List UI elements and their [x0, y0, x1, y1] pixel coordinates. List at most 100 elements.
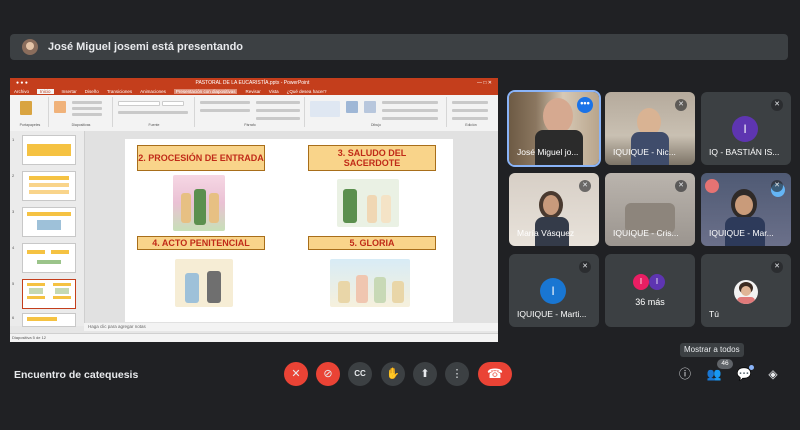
camera-off-icon: ⊘: [323, 368, 333, 380]
slide-box-saludo: 3. SALUDO DEL SACERDOTE: [308, 145, 436, 171]
present-button[interactable]: ⬆: [413, 362, 437, 386]
mic-off-icon: ✕: [579, 180, 591, 192]
participant-name: Tú: [709, 309, 719, 319]
ppt-status-bar: Diapositiva 5 de 12: [10, 333, 498, 342]
people-icon: 👥: [706, 367, 722, 381]
ribbon-label: Fuente: [148, 123, 160, 127]
ppt-tab-vista: Vista: [268, 88, 279, 94]
participant-name: IQ - BASTIÁN IS...: [709, 147, 780, 157]
ppt-tab-inicio: Inicio: [37, 88, 54, 94]
ribbon-label: Edición: [465, 123, 477, 127]
ribbon-group-fuente: Fuente: [114, 97, 195, 127]
show-everyone-tooltip: Mostrar a todos: [680, 343, 744, 357]
notes-pane: Haga clic para agregar notas: [84, 323, 498, 331]
ppt-window-controls: — □ ✕: [477, 79, 492, 86]
info-icon: ⓘ: [678, 367, 691, 381]
participant-name: IQUIQUE - Marti...: [517, 309, 587, 319]
gloria-illustration: [330, 259, 410, 307]
self-avatar: [734, 280, 758, 304]
ppt-tab-transiciones: Transiciones: [106, 88, 133, 94]
mic-off-icon: ✕: [675, 99, 687, 111]
ppt-window-controls-left: ● ● ●: [16, 79, 28, 86]
mic-off-icon: ✕: [771, 180, 783, 192]
participant-tile-self[interactable]: ✕ Tú: [701, 254, 791, 327]
participant-tile-nic[interactable]: ✕ IQUIQUE - Nic...: [605, 92, 695, 165]
meeting-name: Encuentro de catequesis: [14, 369, 139, 381]
participant-name: IQUIQUE - Nic...: [613, 147, 676, 157]
presenter-avatar: [22, 39, 38, 55]
activities-icon: ◈: [768, 367, 778, 381]
thumb-number: 6: [12, 315, 15, 320]
participant-avatar: I: [732, 116, 758, 142]
people-count-badge: 46: [717, 359, 733, 369]
hangup-icon: ☎: [486, 366, 504, 381]
presenter-text: José Miguel josemi está presentando: [48, 41, 244, 53]
mic-off-icon: ✕: [771, 261, 783, 273]
ppt-tab-presentacion: Presentación con diapositivas: [173, 88, 238, 94]
more-vert-icon: ⋮: [451, 368, 463, 380]
chat-notification-dot: [749, 365, 754, 370]
participant-avatar: I: [540, 278, 566, 304]
bottom-strip: [0, 394, 800, 430]
hand-icon: ✋: [386, 368, 400, 380]
leave-call-button[interactable]: ☎: [478, 362, 512, 386]
participant-name: IQUIQUE - Cris...: [613, 228, 679, 238]
raise-hand-button[interactable]: ✋: [381, 362, 405, 386]
slide-thumbnail: [22, 171, 76, 201]
top-bar: [0, 0, 800, 28]
participant-tile-mar[interactable]: ✕ IQUIQUE - Mar...: [701, 173, 791, 246]
quick-styles-icon: [364, 101, 376, 113]
shared-screen: ● ● ● PASTORAL DE LA EUCARISTÍA.pptx - P…: [10, 78, 498, 342]
thumb-number: 4: [12, 245, 15, 250]
camera-toggle-button[interactable]: ⊘: [316, 362, 340, 386]
group-avatar-2: I: [649, 274, 665, 290]
ppt-tell-me: ¿Qué desea hacer?: [286, 88, 327, 94]
more-options-button[interactable]: ⋮: [445, 362, 469, 386]
slide-thumbnails: 1 2 3 4 5 6: [10, 131, 85, 327]
ppt-workspace: 1 2 3 4 5 6 2. PROCESIÓN DE ENTRADA 3. S…: [10, 131, 498, 331]
ppt-tab-revisar: Revisar: [245, 88, 261, 94]
arrange-icon: [346, 101, 358, 113]
captions-button[interactable]: CC: [348, 362, 372, 386]
slide-thumbnail-active: [22, 279, 76, 309]
mic-off-icon: ✕: [675, 180, 687, 192]
mic-off-icon: ✕: [579, 261, 591, 273]
ribbon-group-edicion: Edición: [448, 97, 494, 127]
ribbon-group-parrafo: Párrafo: [196, 97, 305, 127]
presenter-banner: José Miguel josemi está presentando: [10, 34, 788, 60]
participant-tile-maria[interactable]: ✕ María Vásquez: [509, 173, 599, 246]
ppt-tab-diseno: Diseño: [84, 88, 99, 94]
participant-tile-more[interactable]: I I 36 más: [605, 254, 695, 327]
meeting-details-button[interactable]: ⓘ: [677, 366, 693, 382]
thumb-number: 1: [12, 137, 15, 142]
thumb-number: 3: [12, 209, 15, 214]
participant-tile-bastian[interactable]: I ✕ IQ - BASTIÁN IS...: [701, 92, 791, 165]
thumb-number: 2: [12, 173, 15, 178]
ppt-ribbon: Portapapeles Diapositivas Fuente Párrafo: [10, 95, 498, 132]
activities-button[interactable]: ◈: [765, 366, 781, 382]
mic-toggle-button[interactable]: ✕: [284, 362, 308, 386]
ribbon-group-portapapeles: Portapapeles: [12, 97, 49, 127]
participant-tile-marti[interactable]: I ✕ IQUIQUE - Marti...: [509, 254, 599, 327]
procesion-illustration: [173, 175, 225, 231]
slide-box-gloria: 5. GLORIA: [308, 236, 436, 250]
slide-thumbnail: [22, 243, 76, 273]
mic-off-icon: ✕: [291, 368, 301, 380]
saludo-illustration: [337, 179, 399, 227]
ppt-window-title: PASTORAL DE LA EUCARISTÍA.pptx - PowerPo…: [195, 79, 310, 86]
more-participants-label: 36 más: [635, 297, 665, 307]
ppt-tab-insertar: Insertar: [61, 88, 77, 94]
participant-tile-jose-miguel[interactable]: ••• José Miguel jo...: [507, 90, 601, 167]
slide-thumbnail: [22, 207, 76, 237]
slide-thumbnail: [22, 313, 76, 327]
thumb-number: 5: [12, 281, 15, 286]
ppt-tabs: Archivo Inicio Insertar Diseño Transicio…: [10, 87, 498, 95]
ppt-tab-animaciones: Animaciones: [140, 88, 166, 94]
participant-tile-cris[interactable]: ✕ IQUIQUE - Cris...: [605, 173, 695, 246]
group-avatar-1: I: [633, 274, 649, 290]
ribbon-label: Portapapeles: [19, 123, 41, 127]
more-options-icon[interactable]: •••: [577, 97, 593, 113]
new-slide-icon: [54, 101, 66, 113]
ribbon-label: Párrafo: [244, 123, 256, 127]
ppt-title-bar: ● ● ● PASTORAL DE LA EUCARISTÍA.pptx - P…: [10, 78, 498, 87]
